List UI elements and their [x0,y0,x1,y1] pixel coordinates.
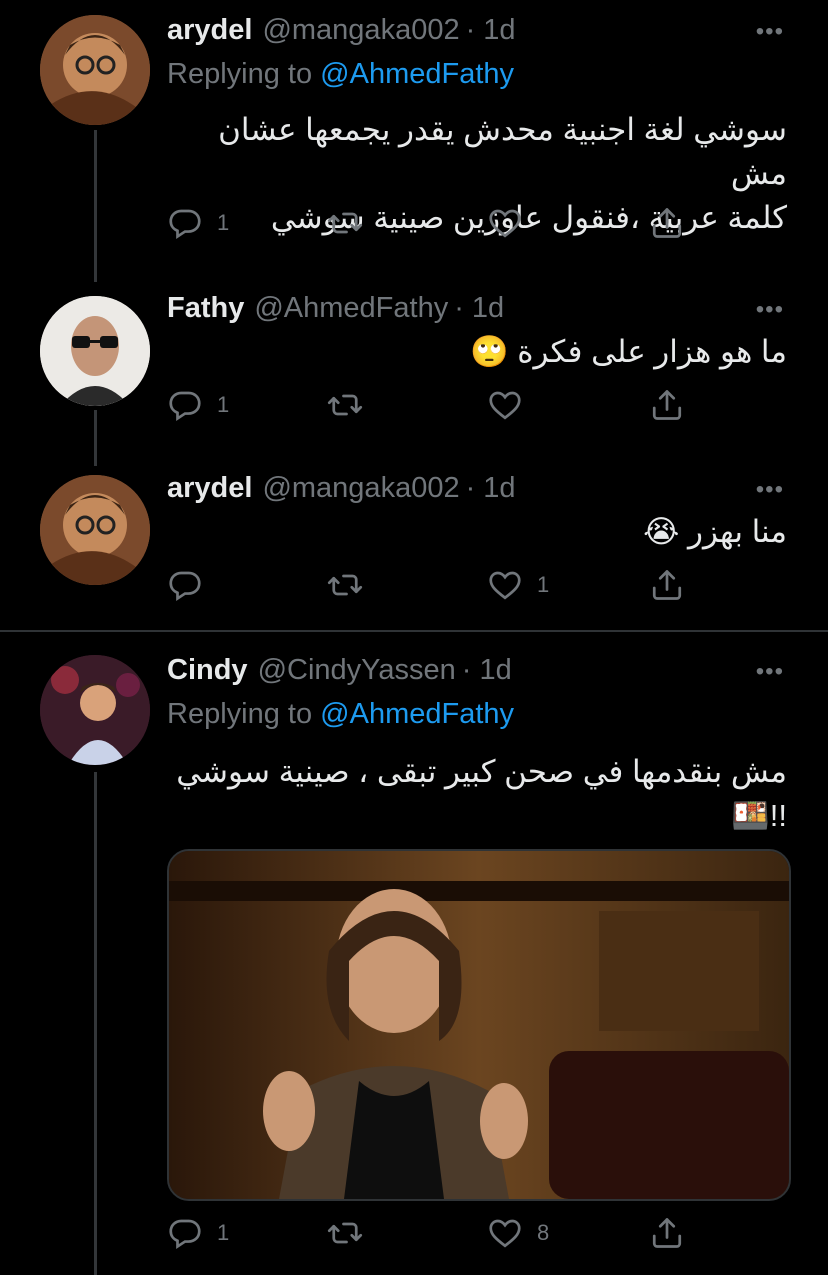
like-icon [487,205,523,241]
tweet[interactable]: arydel @mangaka002 · 1d ••• منا بهزر 😭 1 [0,460,828,630]
share-button[interactable] [649,205,685,241]
avatar[interactable] [40,655,150,765]
like-button[interactable] [487,205,537,241]
user-handle[interactable]: @CindyYassen [258,654,456,687]
avatar[interactable] [40,15,150,125]
reply-button[interactable]: 1 [167,387,229,423]
like-icon [487,567,523,603]
timestamp[interactable]: · 1d [466,472,516,505]
like-icon [487,387,523,423]
more-icon[interactable]: ••• [756,476,784,504]
retweet-button[interactable] [327,1215,377,1251]
avatar[interactable] [40,475,150,585]
mention-link[interactable]: @AhmedFathy [320,698,514,730]
mention-link[interactable]: @AhmedFathy [320,58,514,90]
retweet-button[interactable] [327,567,377,603]
retweet-icon [327,1215,363,1251]
like-button[interactable] [487,387,537,423]
tweet-text-line-2: !!🍱 [167,794,787,838]
user-handle[interactable]: @mangaka002 [262,472,459,505]
tweet-text: مش بنقدمها في صحن كبير تبقى ، صينية سوشي… [167,750,787,838]
tweet[interactable]: Fathy @AhmedFathy · 1d ••• ما هو هزار عل… [0,280,828,460]
like-button[interactable]: 8 [487,1215,549,1251]
tweet-actions: 1 8 [167,1215,687,1255]
bento-box-emoji: 🍱 [731,798,770,833]
share-icon [649,205,685,241]
reply-button[interactable]: 1 [167,1215,229,1251]
reply-icon [167,387,203,423]
tweet-header: arydel @mangaka002 · 1d [167,12,516,48]
tweet-text-line: !! [769,798,787,833]
tweet-text-line: ما هو هزار على فكرة [517,334,787,369]
tweet-media-image[interactable] [167,849,791,1201]
replying-to: Replying to @AhmedFathy [167,58,514,91]
tweet[interactable]: arydel @mangaka002 · 1d ••• Replying to … [0,0,828,280]
more-icon[interactable]: ••• [756,18,784,46]
crying-face-emoji: 😭 [643,514,680,549]
divider [0,630,828,632]
display-name[interactable]: arydel [167,14,252,47]
reply-icon [167,205,203,241]
more-icon[interactable]: ••• [756,296,784,324]
avatar-image [40,15,150,125]
like-button[interactable]: 1 [487,567,549,603]
like-icon [487,1215,523,1251]
tweet-text: ما هو هزار على فكرة 🙄 [167,330,787,374]
tweet-header: arydel @mangaka002 · 1d [167,470,516,506]
like-count: 1 [537,572,550,597]
tweet-actions: 1 [167,205,687,245]
reply-count: 1 [217,1220,230,1245]
tweet-actions: 1 [167,567,687,607]
replying-prefix: Replying to [167,58,321,90]
avatar-image [40,655,150,765]
reply-count: 1 [217,210,230,235]
timestamp[interactable]: · 1d [466,14,516,47]
tweet-header: Fathy @AhmedFathy · 1d [167,290,504,326]
tweet-text-line: مش بنقدمها في صحن كبير تبقى ، صينية سوشي [176,754,787,789]
tweet-text: منا بهزر 😭 [167,510,787,554]
avatar-image [40,475,150,585]
tweet-actions: 1 [167,387,687,427]
tweet-text-line: منا بهزر [687,514,787,549]
reply-count: 1 [217,392,230,417]
timestamp[interactable]: · 1d [454,292,504,325]
share-icon [649,567,685,603]
reply-icon [167,1215,203,1251]
display-name[interactable]: Cindy [167,654,248,687]
tweet-text-line: سوشي لغة اجنبية محدش يقدر يجمعها عشان مش [218,112,787,191]
retweet-button[interactable] [327,387,377,423]
avatar[interactable] [40,296,150,406]
retweet-button[interactable] [327,205,377,241]
media-image [169,851,789,1199]
like-count: 8 [537,1220,550,1245]
timestamp[interactable]: · 1d [462,654,512,687]
retweet-icon [327,567,363,603]
display-name[interactable]: arydel [167,472,252,505]
user-handle[interactable]: @mangaka002 [262,14,459,47]
avatar-image [40,296,150,406]
retweet-icon [327,205,363,241]
user-handle[interactable]: @AhmedFathy [254,292,448,325]
reply-icon [167,567,203,603]
display-name[interactable]: Fathy [167,292,244,325]
reply-button[interactable] [167,567,217,603]
more-icon[interactable]: ••• [756,658,784,686]
reply-button[interactable]: 1 [167,205,229,241]
tweet-header: Cindy @CindyYassen · 1d [167,652,512,688]
share-button[interactable] [649,1215,685,1251]
share-button[interactable] [649,567,685,603]
rolling-eyes-emoji: 🙄 [469,334,509,369]
retweet-icon [327,387,363,423]
share-icon [649,1215,685,1251]
replying-prefix: Replying to [167,698,321,730]
share-button[interactable] [649,387,685,423]
replying-to: Replying to @AhmedFathy [167,698,514,731]
share-icon [649,387,685,423]
